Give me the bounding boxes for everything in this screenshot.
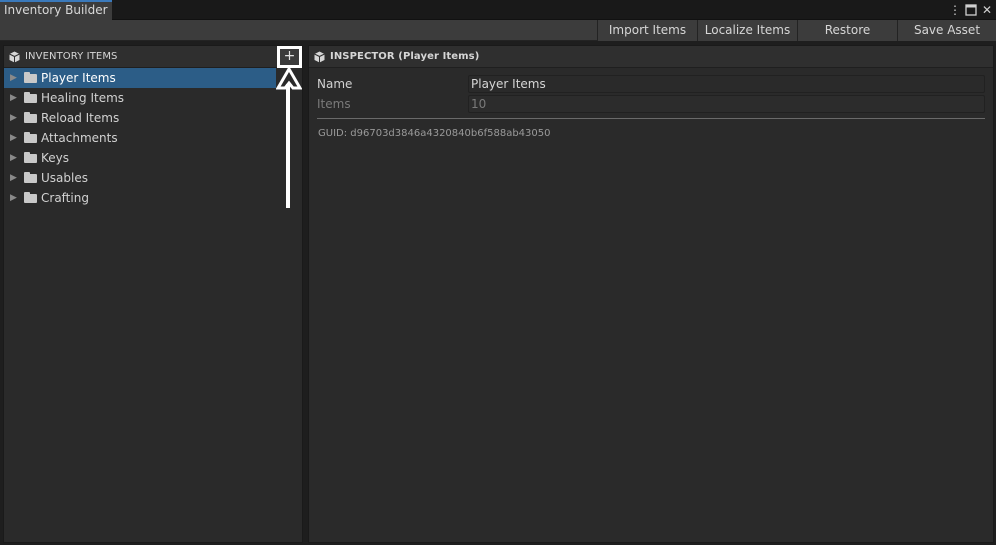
toolbar: Import Items Localize Items Restore Save… [0,20,996,41]
folder-icon [24,172,37,183]
tree-item-label: Attachments [41,131,118,145]
add-item-button[interactable]: + [277,46,302,68]
inventory-tree: ▶ Player Items ▶ Healing Items ▶ Reload … [4,68,276,218]
tree-item-label: Reload Items [41,111,120,125]
expand-arrow-icon[interactable]: ▶ [10,108,17,128]
maximize-icon[interactable] [964,2,978,18]
save-asset-button[interactable]: Save Asset [897,20,996,41]
import-items-button[interactable]: Import Items [597,20,697,41]
tree-item-label: Usables [41,171,88,185]
items-label: Items [317,97,351,111]
tree-item-label: Healing Items [41,91,125,105]
tree-item-label: Player Items [41,71,116,85]
annotation-arrow-up-icon [276,68,302,90]
tree-item-player-items[interactable]: ▶ Player Items [4,68,276,88]
restore-button[interactable]: Restore [797,20,897,41]
annotation-arrow-shaft [286,84,290,208]
separator [317,118,985,119]
window-tab[interactable]: Inventory Builder [0,0,112,20]
tree-item-keys[interactable]: ▶ Keys [4,148,276,168]
tree-item-crafting[interactable]: ▶ Crafting [4,188,276,208]
localize-items-button[interactable]: Localize Items [697,20,797,41]
inventory-panel-header: INVENTORY ITEMS + [4,46,302,68]
expand-arrow-icon[interactable]: ▶ [10,148,17,168]
name-label: Name [317,77,353,91]
name-field[interactable]: Player Items [468,75,985,93]
tree-item-label: Crafting [41,191,89,205]
expand-arrow-icon[interactable]: ▶ [10,188,17,208]
tree-item-usables[interactable]: ▶ Usables [4,168,276,188]
inventory-items-panel: INVENTORY ITEMS + ▶ Player Items ▶ Heali… [3,45,303,543]
tree-item-label: Keys [41,151,70,165]
expand-arrow-icon[interactable]: ▶ [10,168,17,188]
tree-item-healing-items[interactable]: ▶ Healing Items [4,88,276,108]
cube-icon [9,51,20,63]
inventory-panel-title: INVENTORY ITEMS [25,51,118,62]
window-tab-strip: Inventory Builder ⋮ ✕ [0,0,996,20]
close-icon[interactable]: ✕ [980,2,994,18]
tree-item-attachments[interactable]: ▶ Attachments [4,128,276,148]
kebab-menu-icon[interactable]: ⋮ [948,2,962,18]
expand-arrow-icon[interactable]: ▶ [10,128,17,148]
expand-arrow-icon[interactable]: ▶ [10,68,17,88]
folder-icon [24,72,37,83]
cube-icon [314,51,325,63]
folder-icon [24,112,37,123]
folder-icon [24,132,37,143]
items-count-field: 10 [468,95,985,113]
guid-text: GUID: d96703d3846a4320840b6f588ab43050 [318,128,551,139]
inspector-panel-title: INSPECTOR (Player Items) [330,51,480,62]
inspector-panel: INSPECTOR (Player Items) Name Player Ite… [308,45,994,543]
folder-icon [24,152,37,163]
inspector-panel-header: INSPECTOR (Player Items) [309,46,993,68]
tree-item-reload-items[interactable]: ▶ Reload Items [4,108,276,128]
folder-icon [24,192,37,203]
expand-arrow-icon[interactable]: ▶ [10,88,17,108]
folder-icon [24,92,37,103]
